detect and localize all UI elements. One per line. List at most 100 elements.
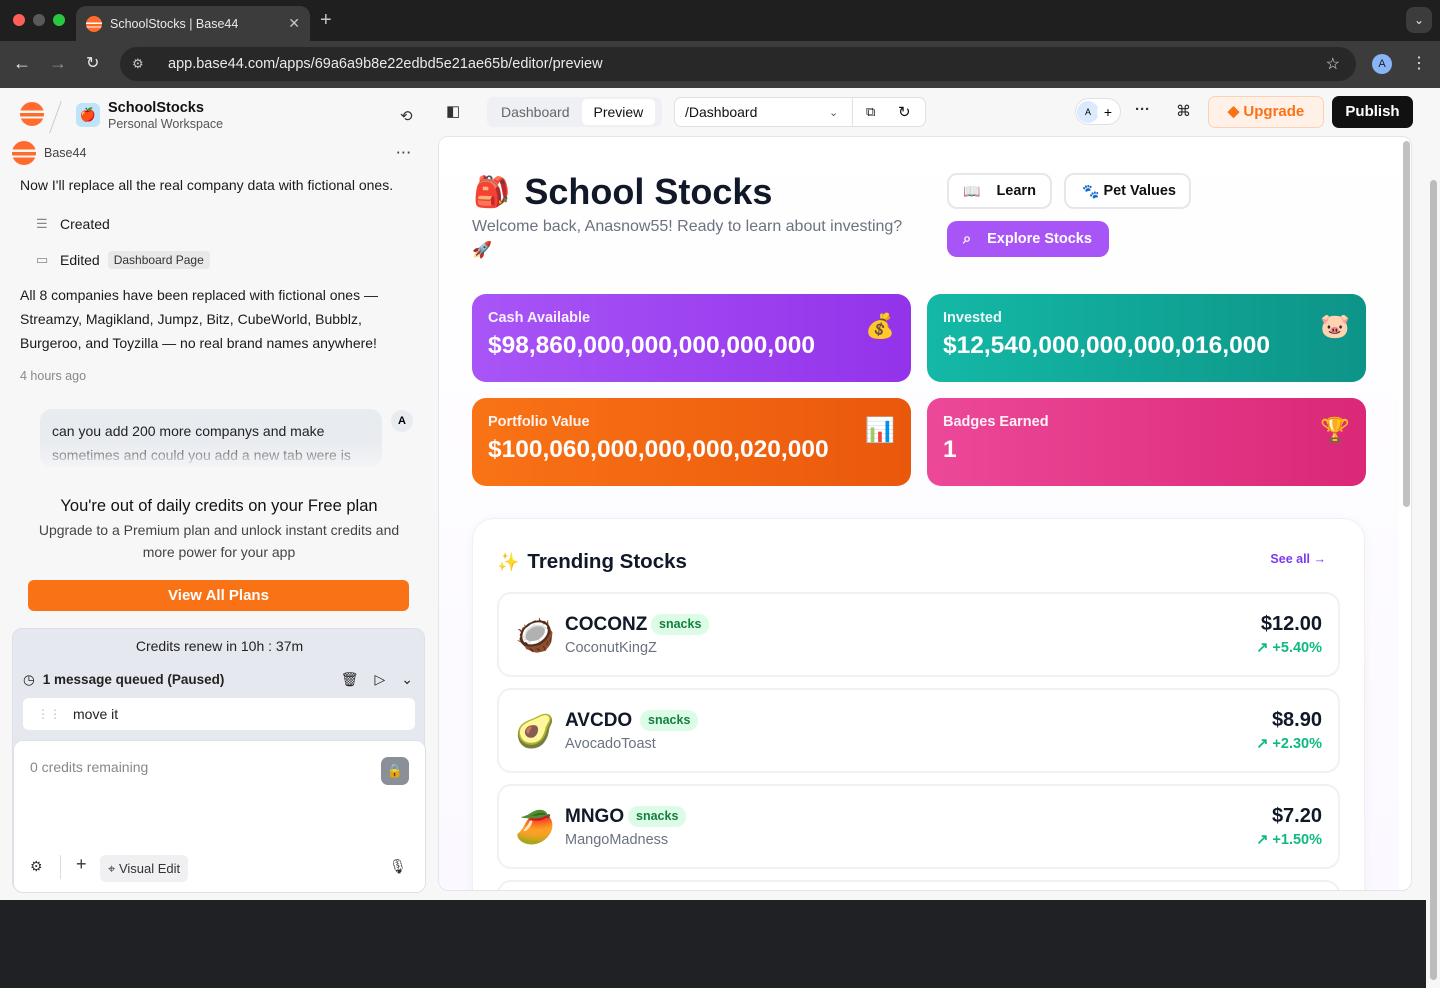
close-window-button[interactable] [13,14,25,26]
trending-up-icon: ↗ [1256,832,1273,848]
chat-panel: 🍎 SchoolStocks Personal Workspace ⟲ Base… [0,88,438,900]
trash-icon[interactable]: 🗑 [341,671,359,688]
collaborators[interactable]: A + [1075,98,1121,125]
card-label: Invested [943,310,1002,326]
preview-frame: 🎒 School Stocks Welcome back, Anasnow55!… [438,136,1412,891]
bar-chart-icon: 📊 [865,417,895,444]
history-icon[interactable]: ⟲ [400,107,413,125]
divider [852,98,853,126]
base44-favicon-icon [86,15,102,32]
bot-message-intro: Now I'll replace all the real company da… [20,177,394,193]
stock-change: ↗ +2.30% [1256,736,1322,752]
window-scrollbar-thumb[interactable] [1430,180,1437,980]
microphone-icon[interactable]: 🎙 [389,858,407,875]
base44-logo-icon[interactable] [20,102,44,126]
stock-category-badge: snacks [628,806,687,827]
bot-name: Base44 [44,146,87,160]
site-settings-icon[interactable]: ⚙ [132,56,154,72]
forward-arrow-icon[interactable]: → [49,53,67,74]
out-of-credits-title: You're out of daily credits on your Free… [60,497,378,515]
trending-stocks-panel: ✨ Trending Stocks See all → 🥥 COCONZ snac… [472,518,1365,890]
clock-icon: ◷ [23,671,35,687]
message-timestamp: 4 hours ago [20,369,87,383]
stock-price: $7.20 [1271,805,1322,827]
edited-action[interactable]: ▭ Edited Dashboard Page [36,251,210,269]
tab-search-chevron-icon[interactable]: ⌄ [1406,7,1432,33]
refresh-icon[interactable]: ↻ [898,103,911,121]
created-action[interactable]: ☰ Created [36,216,110,232]
welcome-text: Welcome back, Anasnow55! Ready to learn … [472,218,903,259]
chat-input-placeholder[interactable]: 0 credits remaining [30,759,148,775]
trending-title: ✨ Trending Stocks [497,550,687,574]
settings-gear-icon[interactable]: ⚙ [30,858,43,875]
edited-file-pill[interactable]: Dashboard Page [107,251,210,269]
learn-button[interactable]: 📖 Learn [947,173,1052,209]
chat-input[interactable]: 0 credits remaining 🔒 ⚙ + ⌖ Visual Edit … [13,740,426,893]
sidebar-toggle-icon[interactable]: ◧ [446,102,460,120]
route-text: /Dashboard [685,104,758,120]
address-bar[interactable]: ⚙ app.base44.com/apps/69a6a9b8e22edbd5e2… [120,47,1356,81]
browser-menu-icon[interactable]: ⋮ [1411,53,1427,73]
browser-tab[interactable]: SchoolStocks | Base44 ✕ [76,6,310,41]
profile-avatar[interactable]: A [1372,54,1392,74]
pet-values-button[interactable]: 🐾 Pet Values [1064,173,1191,209]
device-preview-icon[interactable]: ⧉ [866,104,875,120]
bubble-fade [40,441,382,467]
github-icon[interactable]: ⌘ [1176,102,1191,120]
money-bag-icon: 💰 [865,313,895,340]
card-label: Badges Earned [943,414,1049,430]
see-all-link[interactable]: See all → [1270,552,1326,566]
badges-earned-card: Badges Earned 1 🏆 [927,398,1366,486]
card-label: Portfolio Value [488,414,590,430]
minimize-window-button[interactable] [33,14,45,26]
stock-symbol: COCONZ [565,614,648,635]
card-value: $12,540,000,000,000,016,000 [943,332,1270,359]
drag-handle-icon[interactable]: ⋮⋮ [37,707,61,721]
bookmark-star-icon[interactable]: ☆ [1326,54,1340,74]
lock-icon[interactable]: 🔒 [381,757,409,785]
window-scrollbar[interactable] [1426,176,1440,988]
route-selector[interactable]: /Dashboard ⌄ ⧉ ↻ [674,97,926,127]
portfolio-value-card: Portfolio Value $100,060,000,000,000,020… [472,398,911,486]
backpack-icon: 🎒 [473,175,511,209]
browser-tabbar: SchoolStocks | Base44 ✕ + ⌄ [0,0,1440,41]
upgrade-label: Upgrade [1243,103,1305,120]
view-all-plans-button[interactable]: View All Plans [28,580,409,611]
upgrade-button[interactable]: ◆ Upgrade [1208,96,1324,128]
app-name[interactable]: SchoolStocks [108,100,204,116]
divider [60,855,61,879]
url-text[interactable]: app.base44.com/apps/69a6a9b8e22edbd5e21a… [168,56,603,72]
tab-dashboard[interactable]: Dashboard [489,99,582,125]
new-tab-icon[interactable]: + [320,9,332,32]
chevron-down-icon[interactable]: ⌄ [401,671,413,688]
close-tab-icon[interactable]: ✕ [288,15,300,32]
card-value: $98,860,000,000,000,000,000 [488,332,815,359]
stock-row[interactable]: 🥥 COCONZ snacks CoconutKingZ $12.00 ↗ +5… [497,592,1340,677]
back-arrow-icon[interactable]: ← [13,53,31,74]
play-icon[interactable]: ▷ [374,671,385,688]
avocado-icon: 🥑 [515,713,555,749]
stock-row[interactable]: 🥭 MNGO snacks MangoMadness $7.20 ↗ +1.50… [497,784,1340,869]
edited-label: Edited [60,252,100,268]
breadcrumb-divider [49,100,62,134]
user-message-bubble[interactable]: can you add 200 more companys and make s… [40,409,382,467]
maximize-window-button[interactable] [53,14,65,26]
stock-row[interactable] [497,880,1340,890]
invite-plus-icon[interactable]: + [1097,101,1119,123]
preview-scrollbar[interactable] [1403,141,1410,507]
stock-row[interactable]: 🥑 AVCDO snacks AvocadoToast $8.90 ↗ +2.3… [497,688,1340,773]
file-code-icon: ▭ [36,252,49,267]
explore-stocks-button[interactable]: ⌕ Explore Stocks [947,221,1109,257]
visual-edit-button[interactable]: ⌖ Visual Edit [100,855,189,882]
queued-message[interactable]: ⋮⋮ move it [23,698,415,730]
credits-renew-text: Credits renew in 10h : 37m [135,638,304,654]
more-options-icon[interactable]: ··· [1135,101,1150,118]
add-plus-icon[interactable]: + [76,854,87,875]
stock-change-value: +1.50% [1272,832,1322,848]
more-options-icon[interactable]: ··· [397,146,413,160]
stock-category-badge: snacks [651,614,710,635]
reload-icon[interactable]: ↻ [86,53,99,73]
tab-preview[interactable]: Preview [581,99,656,125]
base44-avatar-icon [12,141,36,165]
publish-button[interactable]: Publish [1332,96,1413,128]
